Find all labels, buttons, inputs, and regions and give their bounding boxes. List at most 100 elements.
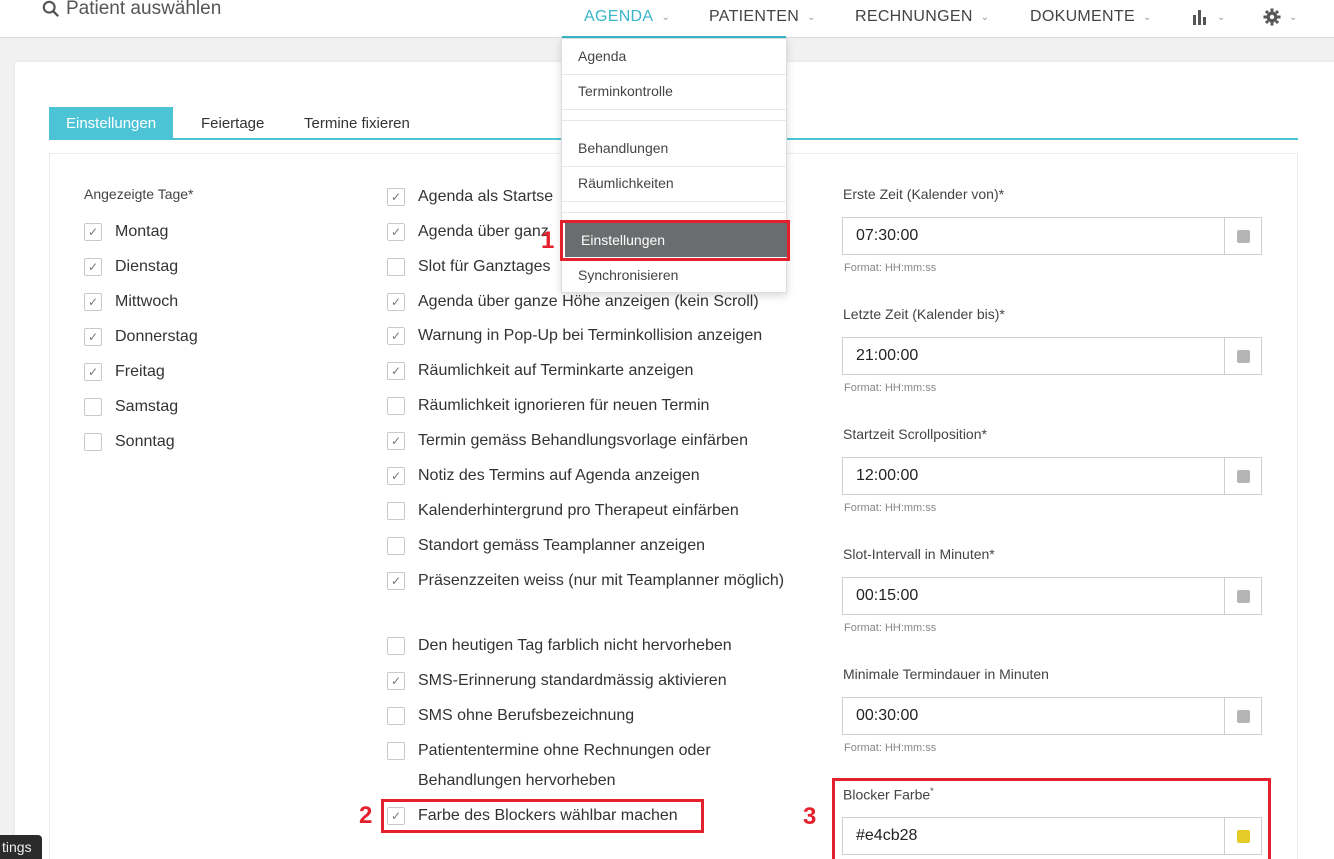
nav-patienten-label: PATIENTEN xyxy=(709,8,800,25)
time-input[interactable]: 00:15:00 xyxy=(842,577,1262,615)
agenda-option[interactable]: Kalenderhintergrund pro Therapeut einfär… xyxy=(387,496,807,526)
agenda-option[interactable]: ✓ Notiz des Termins auf Agenda anzeigen xyxy=(387,461,807,491)
agenda-option-label: Warnung in Pop-Up bei Terminkollision an… xyxy=(418,327,763,344)
checkbox[interactable] xyxy=(387,502,405,520)
time-picker-button[interactable] xyxy=(1224,338,1261,374)
day-option-label: Dienstag xyxy=(115,258,179,275)
menu-item-synchronisieren[interactable]: Synchronisieren xyxy=(562,258,786,292)
agenda-option[interactable]: Den heutigen Tag farblich nicht hervorhe… xyxy=(387,631,807,661)
checkbox[interactable]: ✓ xyxy=(84,258,102,276)
nav-settings[interactable]: ⌄ xyxy=(1263,6,1298,28)
chevron-down-icon: ⌄ xyxy=(980,11,990,23)
menu-separator xyxy=(562,109,786,110)
nav-rechnungen-label: RECHNUNGEN xyxy=(855,8,973,25)
nav-dokumente[interactable]: DOKUMENTE ⌄ xyxy=(1030,6,1152,28)
highlight-box-2 xyxy=(381,799,704,833)
menu-item-behandlungen[interactable]: Behandlungen xyxy=(562,131,786,165)
nav-patienten[interactable]: PATIENTEN ⌄ xyxy=(709,6,816,28)
annotation-number-2: 2 xyxy=(359,802,373,829)
checkbox[interactable]: ✓ xyxy=(387,223,405,241)
checkbox[interactable]: ✓ xyxy=(387,362,405,380)
time-input[interactable]: 12:00:00 xyxy=(842,457,1262,495)
agenda-option[interactable]: ✓ Präsenzzeiten weiss (nur mit Teamplanne… xyxy=(387,566,807,596)
agenda-option[interactable]: ✓ Warnung in Pop-Up bei Terminkollision a… xyxy=(387,321,807,351)
agenda-option[interactable]: ✓ SMS-Erinnerung standardmässig aktiviere… xyxy=(387,666,807,696)
chevron-down-icon: ⌄ xyxy=(807,11,816,23)
day-option[interactable]: ✓ Freitag xyxy=(84,357,165,387)
patient-search[interactable]: Patient auswählen xyxy=(42,0,221,20)
checkbox[interactable] xyxy=(387,397,405,415)
checkmark-icon: ✓ xyxy=(87,295,99,309)
agenda-option-label: SMS ohne Berufsbezeichnung xyxy=(418,707,635,724)
agenda-option[interactable]: SMS ohne Berufsbezeichnung xyxy=(387,701,807,731)
checkbox[interactable]: ✓ xyxy=(387,467,405,485)
agenda-option-label: Präsenzzeiten weiss (nur mit Teamplanner… xyxy=(418,572,785,589)
time-picker-button[interactable] xyxy=(1224,458,1261,494)
menu-separator xyxy=(562,120,786,121)
day-option[interactable]: ✓ Donnerstag xyxy=(84,322,198,352)
agenda-option[interactable]: Patiententermine ohne Rechnungen oder Be… xyxy=(387,736,807,796)
day-option[interactable]: ✓ Montag xyxy=(84,217,168,247)
menu-separator xyxy=(562,212,786,213)
agenda-option[interactable]: Räumlichkeit ignorieren für neuen Termin xyxy=(387,391,807,421)
day-option[interactable]: Sonntag xyxy=(84,427,175,457)
time-input-value: 12:00:00 xyxy=(856,467,919,484)
time-input[interactable]: 07:30:00 xyxy=(842,217,1262,255)
checkmark-icon: ✓ xyxy=(390,674,402,688)
time-picker-button[interactable] xyxy=(1224,698,1261,734)
nav-agenda[interactable]: AGENDA ⌄ xyxy=(584,6,670,28)
checkbox[interactable] xyxy=(387,742,405,760)
checkbox[interactable] xyxy=(387,637,405,655)
agenda-option-label: Notiz des Termins auf Agenda anzeigen xyxy=(418,467,700,484)
time-picker-button[interactable] xyxy=(1224,578,1261,614)
checkbox[interactable] xyxy=(387,537,405,555)
clock-icon xyxy=(1236,709,1250,723)
time-input-value: 00:30:00 xyxy=(856,707,919,724)
checkbox[interactable] xyxy=(387,707,405,725)
day-option[interactable]: ✓ Mittwoch xyxy=(84,287,178,317)
day-option[interactable]: Samstag xyxy=(84,392,178,422)
checkbox[interactable] xyxy=(387,258,405,276)
tab-termine-fixieren[interactable]: Termine fixieren xyxy=(287,107,427,140)
time-picker-button[interactable] xyxy=(1224,218,1261,254)
checkbox[interactable] xyxy=(84,433,102,451)
checkbox[interactable]: ✓ xyxy=(387,188,405,206)
day-option[interactable]: ✓ Dienstag xyxy=(84,252,178,282)
tab-feiertage[interactable]: Feiertage xyxy=(184,107,281,140)
nav-dokumente-label: DOKUMENTE xyxy=(1030,8,1135,25)
day-option-label: Sonntag xyxy=(115,433,175,450)
checkbox[interactable]: ✓ xyxy=(387,327,405,345)
time-field-label: Startzeit Scrollposition* xyxy=(843,426,987,442)
checkbox[interactable]: ✓ xyxy=(84,223,102,241)
checkbox[interactable]: ✓ xyxy=(387,293,405,311)
time-input[interactable]: 00:30:00 xyxy=(842,697,1262,735)
time-field-label: Minimale Termindauer in Minuten xyxy=(843,666,1049,682)
nav-rechnungen[interactable]: RECHNUNGEN ⌄ xyxy=(855,6,989,28)
time-input[interactable]: 21:00:00 xyxy=(842,337,1262,375)
checkbox[interactable]: ✓ xyxy=(84,363,102,381)
day-option-label: Samstag xyxy=(115,398,179,415)
agenda-option[interactable]: ✓ Termin gemäss Behandlungsvorlage einfär… xyxy=(387,426,807,456)
checkbox[interactable]: ✓ xyxy=(84,328,102,346)
agenda-option-label: Kalenderhintergrund pro Therapeut einfär… xyxy=(418,502,739,519)
nav-statistics[interactable]: ⌄ xyxy=(1192,6,1226,28)
agenda-option-label: Patiententermine ohne Rechnungen oder Be… xyxy=(418,742,711,789)
checkbox[interactable] xyxy=(84,398,102,416)
clock-icon xyxy=(1236,589,1250,603)
checkmark-icon: ✓ xyxy=(390,364,402,378)
checkbox[interactable]: ✓ xyxy=(387,672,405,690)
menu-item-agenda[interactable]: Agenda xyxy=(562,39,786,73)
checkbox[interactable]: ✓ xyxy=(84,293,102,311)
checkbox[interactable]: ✓ xyxy=(387,432,405,450)
tab-einstellungen[interactable]: Einstellungen xyxy=(49,107,174,140)
checkbox[interactable]: ✓ xyxy=(387,572,405,590)
day-option-label: Freitag xyxy=(115,363,165,380)
time-field-label: Letzte Zeit (Kalender bis)* xyxy=(843,306,1005,322)
menu-item-terminkontrolle[interactable]: Terminkontrolle xyxy=(562,74,786,108)
menu-item-raeumlichkeiten[interactable]: Räumlichkeiten xyxy=(562,166,786,200)
agenda-option[interactable]: ✓ Räumlichkeit auf Terminkarte anzeigen xyxy=(387,356,807,386)
checkmark-icon: ✓ xyxy=(390,469,402,483)
agenda-option[interactable]: Standort gemäss Teamplanner anzeigen xyxy=(387,531,807,561)
time-input-value: 00:15:00 xyxy=(856,587,919,604)
annotation-number-1: 1 xyxy=(541,227,555,254)
